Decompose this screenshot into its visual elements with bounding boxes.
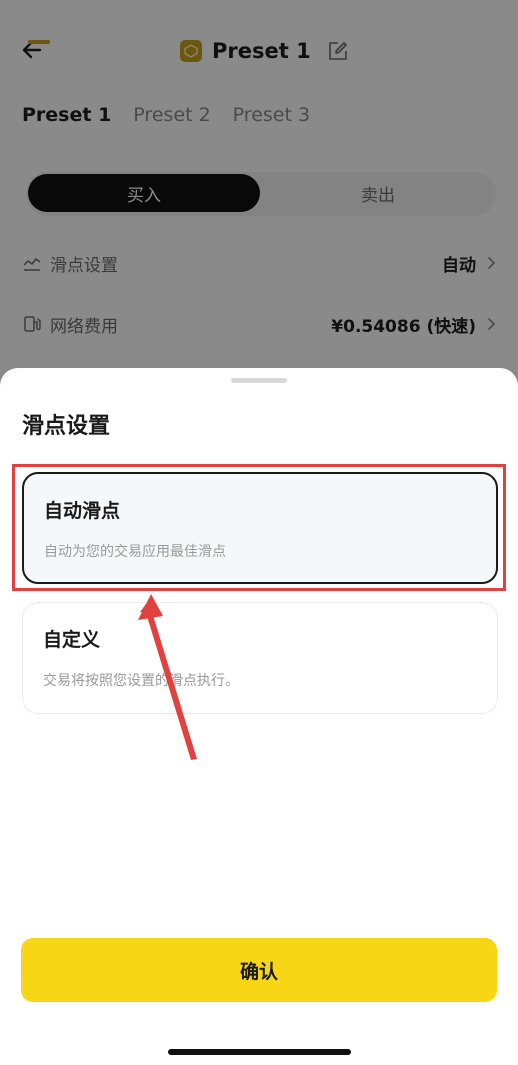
sheet-drag-handle[interactable] — [231, 378, 287, 383]
sheet-title: 滑点设置 — [22, 414, 111, 439]
annotation-highlight-box — [12, 464, 506, 591]
custom-slippage-option[interactable]: 自定义 交易将按照您设置的滑点执行。 — [22, 602, 498, 714]
option-title: 自定义 — [43, 629, 101, 651]
home-indicator — [168, 1049, 351, 1055]
option-description: 交易将按照您设置的滑点执行。 — [43, 673, 239, 689]
confirm-button[interactable]: 确认 — [21, 938, 497, 1002]
